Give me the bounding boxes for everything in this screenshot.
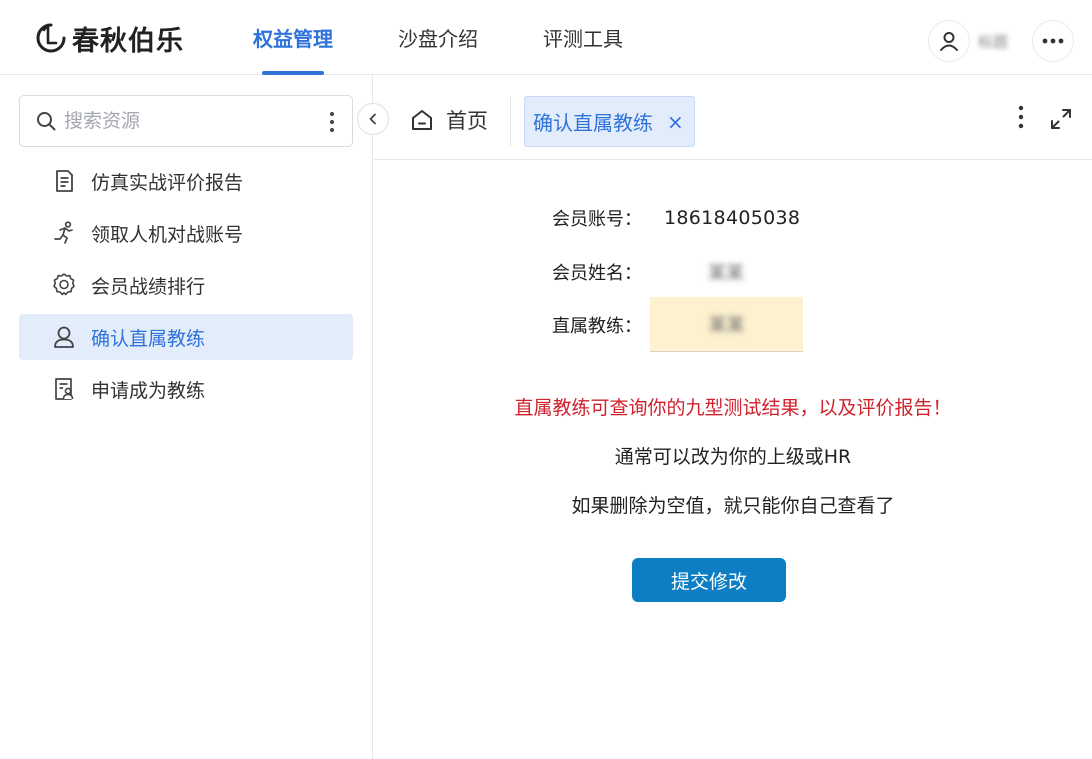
main-nav: 权益管理 沙盘介绍 评测工具	[232, 0, 644, 75]
nav-item-assessment[interactable]: 评测工具	[522, 0, 644, 75]
tab-divider	[510, 96, 511, 146]
nav-item-label: 权益管理	[253, 27, 333, 51]
coach-input[interactable]: 某某	[650, 297, 803, 352]
chevron-left-icon	[369, 113, 376, 125]
tab-home[interactable]: 首页	[410, 104, 488, 136]
more-vertical-icon	[330, 112, 334, 132]
top-header: 春秋伯乐 权益管理 沙盘介绍 评测工具 标题	[0, 0, 1092, 75]
search-icon	[37, 112, 56, 131]
coach-value: 某某	[708, 315, 745, 336]
sidebar: 仿真实战评价报告 领取人机对战账号 会员战绩排行 确认直属教练	[0, 75, 373, 759]
account-row: 会员账号： 18618405038	[552, 205, 800, 231]
home-icon	[412, 110, 432, 130]
nav-item-sandbox[interactable]: 沙盘介绍	[377, 0, 499, 75]
badge-icon	[53, 273, 75, 296]
sidebar-item-evaluation-report[interactable]: 仿真实战评价报告	[19, 158, 353, 204]
sidebar-item-label: 领取人机对战账号	[91, 223, 244, 246]
name-value: 某某	[708, 263, 744, 284]
fullscreen-icon[interactable]	[1049, 107, 1073, 131]
id-card-icon	[55, 378, 74, 400]
logo-text: 春秋伯乐	[72, 25, 184, 57]
sidebar-item-label: 会员战绩排行	[91, 275, 206, 298]
tab-more-button[interactable]	[1011, 102, 1031, 132]
person-icon	[54, 326, 74, 348]
search-input[interactable]	[64, 110, 314, 132]
tab-bar: 首页 确认直属教练 ×	[374, 75, 1092, 160]
more-horizontal-icon	[1042, 38, 1064, 44]
nav-item-label: 沙盘介绍	[398, 27, 478, 51]
coach-warning-text: 直属教练可查询你的九型测试结果，以及评价报告！	[514, 397, 952, 419]
sidebar-collapse-button[interactable]	[357, 103, 389, 135]
runner-icon	[54, 221, 73, 244]
more-vertical-icon	[1018, 105, 1024, 129]
coach-label: 直属教练：	[552, 315, 642, 337]
user-icon	[940, 32, 958, 51]
account-value: 18618405038	[664, 207, 801, 229]
nav-item-benefits[interactable]: 权益管理	[232, 0, 354, 75]
sidebar-item-confirm-coach[interactable]: 确认直属教练	[19, 314, 353, 360]
nav-item-label: 评测工具	[543, 27, 623, 51]
tab-confirm-coach[interactable]: 确认直属教练 ×	[524, 96, 695, 147]
user-area: 标题	[928, 19, 1074, 63]
main-content: 会员账号： 18618405038 会员姓名： 某某 直属教练： 某某 直属教练…	[374, 160, 1092, 759]
tab-close-button[interactable]: ×	[667, 110, 684, 134]
sidebar-item-label: 仿真实战评价报告	[91, 171, 244, 194]
sidebar-item-claim-account[interactable]: 领取人机对战账号	[19, 210, 353, 256]
search-box	[19, 95, 353, 147]
tab-home-label: 首页	[446, 109, 488, 133]
coach-row: 直属教练： 某某	[552, 297, 803, 352]
search-more-button[interactable]	[322, 108, 342, 136]
more-options-button[interactable]	[1032, 20, 1074, 62]
sidebar-item-label: 确认直属教练	[91, 327, 206, 350]
hint-text-1: 通常可以改为你的上级或HR	[614, 446, 852, 468]
app-logo[interactable]: 春秋伯乐	[34, 20, 184, 57]
hint-text-2: 如果删除为空值，就只能你自己查看了	[571, 495, 895, 517]
sidebar-menu: 仿真实战评价报告 领取人机对战账号 会员战绩排行 确认直属教练 申请成为教练	[19, 158, 353, 418]
tab-label: 确认直属教练	[533, 111, 653, 135]
logo-icon	[36, 23, 66, 53]
sidebar-item-label: 申请成为教练	[91, 379, 206, 402]
sidebar-item-apply-coach[interactable]: 申请成为教练	[19, 366, 353, 412]
name-label: 会员姓名：	[552, 263, 642, 284]
user-avatar-button[interactable]	[928, 20, 970, 62]
name-row: 会员姓名： 某某	[552, 259, 744, 285]
submit-button[interactable]: 提交修改	[632, 558, 786, 602]
report-icon	[56, 170, 73, 192]
account-label: 会员账号：	[552, 209, 642, 230]
user-name[interactable]: 标题	[978, 31, 1022, 52]
sidebar-item-member-ranking[interactable]: 会员战绩排行	[19, 262, 353, 308]
